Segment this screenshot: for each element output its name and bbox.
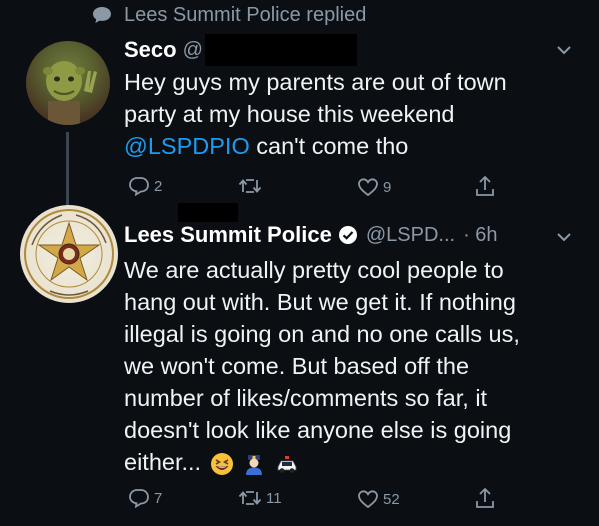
reply-author-handle[interactable]: @ (183, 39, 203, 62)
replied-context: Lees Summit Police replied (92, 2, 366, 28)
main-line: doesn't look like anyone else is going (124, 417, 512, 443)
reply-line: Hey guys my parents are out of town (124, 69, 507, 95)
redacted-handle (204, 34, 357, 66)
grinning-squinting-face-icon (210, 452, 233, 475)
reply-line-mention: @LSPDPIO can't come tho (124, 130, 584, 162)
main-line: We are actually pretty cool people to (124, 257, 504, 283)
main-line: we won't come. But based off the (124, 353, 470, 379)
reply-action-share[interactable] (474, 174, 496, 198)
context-text: Lees Summit Police replied (124, 3, 367, 26)
police-officer-icon (246, 454, 263, 475)
reply-header: Seco @ (124, 34, 357, 66)
like-count: 9 (383, 178, 392, 196)
like-icon (358, 490, 378, 509)
main-last-line: either... (124, 446, 584, 478)
reply-line-tail: can't come tho (249, 133, 409, 159)
main-action-like[interactable]: 52 (357, 489, 400, 509)
main-line: hang out with. But we get it. If nothing (124, 289, 516, 315)
reply-count: 2 (154, 177, 163, 195)
police-car-icon (277, 455, 297, 473)
reply-text: Hey guys my parents are out of town part… (124, 66, 584, 162)
reply-icon (129, 489, 149, 508)
verified-badge-icon (338, 226, 357, 244)
main-header: Lees Summit Police @LSPD... · 6h (124, 222, 498, 248)
redacted-mark (178, 203, 238, 222)
main-line: number of likes/comments so far, it (124, 385, 488, 411)
reply-author-name[interactable]: Seco (124, 37, 177, 63)
main-line: either... (124, 449, 202, 475)
share-icon (476, 175, 494, 196)
main-like-count: 52 (383, 490, 400, 508)
reply-action-comment[interactable]: 2 (128, 176, 162, 196)
retweet-icon (238, 179, 262, 193)
main-line: illegal is going on and no one calls us, (124, 321, 520, 347)
speech-bubble-icon (93, 7, 111, 23)
main-action-retweet[interactable]: 11 (238, 489, 282, 507)
avatar-image (43, 61, 97, 125)
reply-line: party at my house this weekend (124, 101, 455, 127)
avatar-lees-summit-police[interactable] (20, 205, 118, 303)
main-timestamp[interactable]: · 6h (463, 224, 497, 247)
main-retweet-count: 11 (266, 489, 282, 507)
reply-action-like[interactable]: 9 (357, 177, 391, 197)
thread-line (66, 132, 69, 212)
police-badge-logo (24, 209, 114, 299)
mention-link[interactable]: @LSPDPIO (124, 133, 250, 159)
main-text: We are actually pretty cool people to ha… (124, 254, 584, 478)
share-icon (476, 487, 494, 508)
like-icon (358, 178, 378, 197)
main-reply-count: 7 (154, 489, 163, 507)
chevron-down-icon[interactable] (557, 45, 571, 55)
avatar-seco[interactable] (26, 41, 110, 125)
main-action-share[interactable] (474, 486, 496, 510)
chevron-down-icon[interactable] (557, 232, 571, 242)
retweet-icon (238, 491, 262, 505)
main-author-handle[interactable]: @LSPD... (366, 224, 455, 247)
reply-icon (129, 177, 149, 196)
main-author-name[interactable]: Lees Summit Police (124, 222, 332, 248)
main-action-comment[interactable]: 7 (128, 488, 162, 508)
reply-action-retweet[interactable] (238, 177, 262, 195)
